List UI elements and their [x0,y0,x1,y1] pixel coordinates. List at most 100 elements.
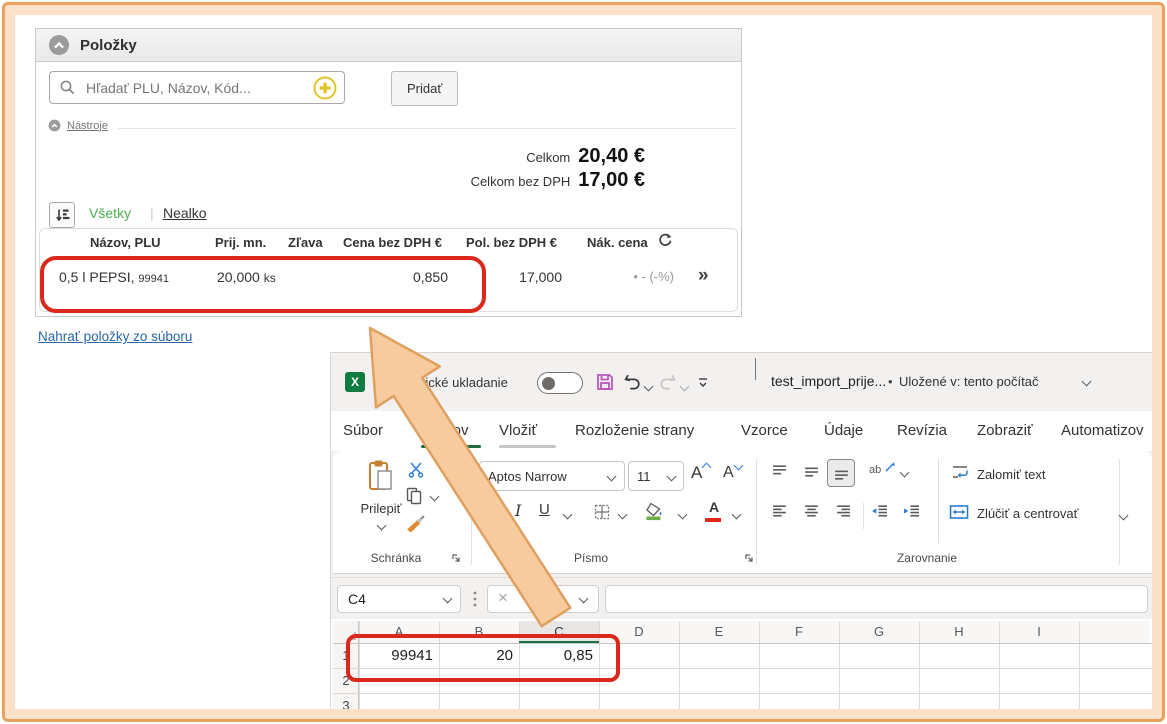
add-button[interactable]: Pridať [391,71,458,106]
ribbon-tabs: Súbor Domov Vložiť Rozloženie strany Vzo… [331,411,1152,451]
col-header-h[interactable]: H [919,621,999,643]
enter-icon[interactable]: ✓ [524,591,535,607]
panel-title: Položky [80,37,137,54]
wrap-text-icon[interactable] [951,463,969,481]
font-name-select[interactable]: Aptos Narrow [479,461,625,491]
ribbon: Prilepiť Schránka Aptos Narrow [331,451,1152,577]
saved-location-label[interactable]: Uložené v: tento počítač [899,374,1038,389]
tab-subor[interactable]: Súbor [343,411,383,451]
tools-divider [118,128,736,129]
redo-icon[interactable] [658,373,678,392]
col-header-e[interactable]: E [679,621,759,643]
font-color-button[interactable]: A [705,499,723,522]
orientation-button[interactable]: ab [869,461,896,476]
search-box[interactable] [49,71,345,104]
borders-icon[interactable] [593,503,611,521]
col-received-qty: Prij. mn. [215,235,266,250]
cancel-icon[interactable]: × [498,588,508,608]
tab-vzorce[interactable]: Vzorce [741,411,788,451]
merge-center-label[interactable]: Zlúčiť a centrovať [977,506,1079,521]
align-right-icon[interactable] [835,503,852,520]
row-header-3[interactable]: 3 [333,694,359,718]
quick-access-customize-icon[interactable] [697,377,709,389]
shrink-font-button[interactable]: A [723,464,741,482]
total-label: Celkom [526,150,570,165]
upload-from-file-link[interactable]: Nahrať položky zo súboru [38,329,192,344]
formula-input[interactable] [605,585,1148,613]
decrease-indent-icon[interactable] [871,503,888,520]
autosave-toggle[interactable] [537,372,583,394]
sort-button[interactable] [49,202,75,228]
group-divider [1119,459,1120,565]
clipboard-dialog-launcher-icon[interactable] [451,553,461,563]
font-size-select[interactable]: 11 [628,461,684,491]
font-dialog-launcher-icon[interactable] [744,553,754,563]
tab-automatizovat[interactable]: Automatizov [1061,411,1144,451]
collapse-tools-icon [48,119,61,132]
format-painter-icon[interactable] [405,513,427,535]
merge-center-icon[interactable] [949,504,969,520]
col-header-g[interactable]: G [839,621,919,643]
refresh-icon[interactable] [657,233,672,248]
insert-function-icon[interactable]: fx [550,590,564,608]
grow-font-button[interactable]: A [691,463,709,483]
clipboard-group-label: Schránka [359,551,433,565]
cells-highlight [346,634,620,682]
undo-icon[interactable] [622,373,642,392]
tools-link[interactable]: Nástroje [48,119,108,132]
save-icon[interactable] [595,372,615,392]
col-line-no-vat: Pol. bez DPH € [466,235,557,250]
align-center-icon[interactable] [803,503,820,520]
tab-zobrazit[interactable]: Zobraziť [977,411,1033,451]
name-box-resize-dots[interactable] [473,590,477,608]
group-divider [471,459,472,565]
italic-button[interactable]: I [515,501,521,520]
tab-revizia[interactable]: Revízia [897,411,947,451]
paste-button[interactable]: Prilepiť [357,455,405,547]
undo-menu-chevron[interactable] [644,382,654,392]
col-header-i[interactable]: I [999,621,1079,643]
excel-logo-icon[interactable]: X [345,372,365,392]
name-box[interactable]: C4 [337,585,461,613]
clipboard-icon [367,459,395,493]
paste-menu-chevron[interactable] [376,521,386,531]
wrap-text-label[interactable]: Zalomiť text [977,467,1045,482]
formula-bar: C4 × ✓ fx [331,577,1152,619]
hover-tab-underline [499,445,556,448]
col-purchase-price: Nák. cena [587,235,648,250]
redo-menu-chevron[interactable] [680,382,690,392]
row-line-no-vat: 17,000 [484,269,562,285]
search-input[interactable] [84,79,304,97]
saved-location-chevron[interactable] [1082,377,1092,387]
insert-function-chevron[interactable] [579,594,589,604]
screenshot-canvas: Položky Pridať Nástroje Celkom20,40 € Ce… [0,0,1167,724]
col-header-f[interactable]: F [759,621,839,643]
underline-button[interactable]: U [539,501,550,518]
search-icon [59,79,76,96]
font-size-chevron [667,472,677,482]
row-expand-chevrons[interactable]: » [698,265,709,287]
total-value: 20,40 € [578,145,645,168]
tab-rozlozenie[interactable]: Rozloženie strany [575,411,694,451]
add-item-plus-icon[interactable] [312,75,338,101]
sort-icon [54,207,70,223]
collapse-panel-icon[interactable] [48,34,70,56]
tab-udaje[interactable]: Údaje [824,411,863,451]
align-top-icon[interactable] [771,463,788,480]
align-middle-icon[interactable] [803,463,820,480]
document-title[interactable]: test_import_prije... [771,373,886,389]
align-bottom-button-selected[interactable] [827,459,855,487]
alignment-group-label: Zarovnanie [891,551,963,565]
font-group-label: Písmo [561,551,621,565]
copy-icon[interactable] [405,487,423,505]
excel-titlebar: X Automatické ukladanie test_import_prij… [331,353,1152,411]
filter-nealko[interactable]: Nealko [163,205,207,221]
group-divider [756,459,757,565]
active-tab-underline [421,445,481,448]
fill-color-icon[interactable] [645,501,665,521]
filter-all[interactable]: Všetky [89,205,131,221]
align-left-icon[interactable] [771,503,788,520]
increase-indent-icon[interactable] [903,503,920,520]
cut-icon[interactable] [407,461,425,479]
title-dot: • [888,374,893,389]
